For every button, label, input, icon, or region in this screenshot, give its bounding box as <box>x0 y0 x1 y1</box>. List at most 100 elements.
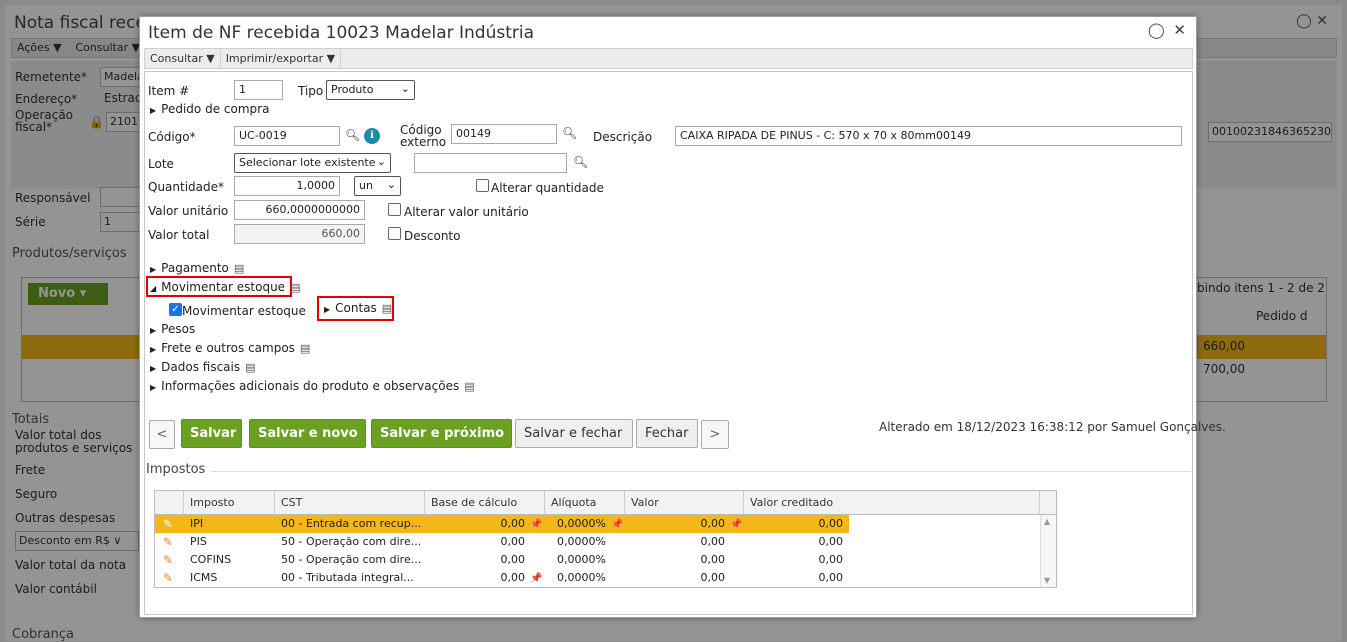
pin-icon[interactable]: 📌 <box>530 569 546 587</box>
salvar-proximo-button[interactable]: Salvar e próximo <box>371 419 512 448</box>
movimentar-estoque-checkbox[interactable]: ✓ <box>169 303 182 316</box>
document-icon: ▤ <box>290 281 301 294</box>
info-icon[interactable]: ℹ <box>364 128 380 144</box>
cell-aliquota: 0,0000% <box>557 517 606 530</box>
item-label: Item # <box>148 84 190 98</box>
desconto-checkbox[interactable] <box>388 227 401 240</box>
valor-unitario-input[interactable]: 660,0000000000 <box>234 200 365 220</box>
dialog-controls: ◯ ✕ <box>1148 21 1186 39</box>
pedido-compra-toggle[interactable]: ▶ Pedido de compra <box>150 102 269 116</box>
cell-valor-creditado: 0,00 <box>818 535 844 548</box>
table-row[interactable]: ✎ PIS 50 - Operação com dire... 0,00 0,0… <box>155 533 1040 551</box>
scroll-up-icon[interactable]: ▲ <box>1044 517 1050 526</box>
close-icon[interactable]: ✕ <box>1173 21 1186 39</box>
cell-aliquota: 0,0000% <box>557 553 606 566</box>
dialog-body: Item # 1 Tipo Produto ⌄ ▶ Pedido de compra… <box>144 71 1226 615</box>
header-base[interactable]: Base de cálculo <box>425 491 545 515</box>
cell-valor: 0,00 <box>700 535 726 548</box>
salvar-button[interactable]: Salvar <box>181 419 242 448</box>
cell-base: 0,00 <box>500 517 526 530</box>
pin-icon[interactable]: 📌 <box>530 515 546 533</box>
chat-icon[interactable]: ◯ <box>1148 21 1165 39</box>
header-valor[interactable]: Valor <box>625 491 744 515</box>
chevron-down-icon: ⌄ <box>386 178 396 191</box>
codigo-externo-input[interactable]: 00149 <box>451 124 557 144</box>
valor-total-label: Valor total <box>148 228 210 242</box>
next-button[interactable]: > <box>701 420 729 449</box>
edit-icon[interactable]: ✎ <box>157 533 183 551</box>
cell-aliquota: 0,0000% <box>557 571 606 584</box>
cell-valor-creditado: 0,00 <box>818 571 844 584</box>
frete-toggle[interactable]: ▶ Frete e outros campos ▤ <box>150 341 310 355</box>
header-edit-col <box>155 491 184 515</box>
quantidade-input[interactable]: 1,0000 <box>234 176 340 196</box>
cell-imposto: PIS <box>190 535 207 548</box>
table-row[interactable]: ✎ ICMS 00 - Tributada integral... 0,00 📌… <box>155 569 1040 587</box>
valor-unitario-label: Valor unitário <box>148 204 229 218</box>
header-aliquota[interactable]: Alíquota <box>545 491 625 515</box>
movimentar-estoque-check-label: Movimentar estoque <box>182 304 306 318</box>
menu-imprimir-exportar[interactable]: Imprimir/exportar ▼ <box>221 49 342 68</box>
item-input[interactable]: 1 <box>234 80 283 100</box>
menu-consultar[interactable]: Consultar ▼ <box>145 49 221 68</box>
movimentar-estoque-toggle[interactable]: ◢ Movimentar estoque ▤ <box>150 280 300 294</box>
descricao-label: Descrição <box>593 130 653 144</box>
lote-label: Lote <box>148 157 174 171</box>
search-icon[interactable]: 🔍︎ <box>573 155 588 169</box>
pesos-toggle[interactable]: ▶ Pesos <box>150 322 195 336</box>
info-adicionais-toggle[interactable]: ▶ Informações adicionais do produto e obs… <box>150 379 475 393</box>
cell-base: 0,00 <box>500 571 526 584</box>
salvar-fechar-button[interactable]: Salvar e fechar <box>515 419 633 448</box>
quantidade-label: Quantidade* <box>148 180 225 194</box>
lote-select[interactable]: Selecionar lote existente ⌄ <box>234 153 391 173</box>
descricao-input[interactable]: CAIXA RIPADA DE PINUS - C: 570 x 70 x 80… <box>675 126 1182 146</box>
header-cst[interactable]: CST <box>275 491 425 515</box>
table-row[interactable]: ✎ COFINS 50 - Operação com dire... 0,00 … <box>155 551 1040 569</box>
tipo-label: Tipo <box>298 84 324 98</box>
dialog-title: Item de NF recebida 10023 Madelar Indúst… <box>148 23 535 43</box>
unidade-select[interactable]: un ⌄ <box>354 176 401 196</box>
previous-button[interactable]: < <box>149 420 175 449</box>
caret-right-icon: ▶ <box>150 383 157 392</box>
edit-icon[interactable]: ✎ <box>157 569 183 587</box>
header-imposto[interactable]: Imposto <box>184 491 275 515</box>
alterar-quantidade-checkbox[interactable] <box>476 179 489 192</box>
lote-search-input[interactable] <box>414 153 567 173</box>
edit-icon[interactable]: ✎ <box>157 551 183 569</box>
impostos-table: Imposto CST Base de cálculo Alíquota Val… <box>154 490 1057 588</box>
dados-fiscais-toggle[interactable]: ▶ Dados fiscais ▤ <box>150 360 256 374</box>
search-icon[interactable]: 🔍︎ <box>345 128 360 142</box>
salvar-novo-button[interactable]: Salvar e novo <box>249 419 366 448</box>
cell-valor: 0,00 <box>700 517 726 530</box>
document-icon: ▤ <box>299 342 311 355</box>
caret-right-icon: ▶ <box>150 364 157 373</box>
fechar-button[interactable]: Fechar <box>636 419 698 448</box>
cell-valor: 0,00 <box>700 571 726 584</box>
cell-cst: 50 - Operação com dire... <box>281 553 422 566</box>
cell-valor-creditado: 0,00 <box>818 553 844 566</box>
scroll-down-icon[interactable]: ▼ <box>1044 576 1050 585</box>
pagamento-toggle[interactable]: ▶ Pagamento ▤ <box>150 261 244 275</box>
codigo-input[interactable]: UC-0019 <box>234 126 340 146</box>
contas-toggle[interactable]: ▶ Contas ▤ <box>324 301 392 315</box>
impostos-title: Impostos <box>146 462 206 477</box>
caret-right-icon: ▶ <box>150 106 157 115</box>
document-icon: ▤ <box>464 380 475 393</box>
caret-right-icon: ▶ <box>150 345 157 354</box>
edit-icon[interactable]: ✎ <box>157 515 183 533</box>
impostos-divider <box>211 471 1191 472</box>
codigo-externo-label: Código externo <box>400 123 447 149</box>
cell-imposto: ICMS <box>190 571 218 584</box>
header-valor-creditado[interactable]: Valor creditado <box>744 491 1040 515</box>
table-row[interactable]: ✎ IPI 00 - Entrada com recup... 0,00 📌 0… <box>155 515 1040 533</box>
table-scrollbar[interactable]: ▲ ▼ <box>1040 515 1056 587</box>
search-icon[interactable]: 🔍︎ <box>562 126 577 140</box>
valor-total-input: 660,00 <box>234 224 365 244</box>
table-header: Imposto CST Base de cálculo Alíquota Val… <box>155 491 1056 515</box>
item-nf-dialog: Item de NF recebida 10023 Madelar Indúst… <box>139 16 1226 618</box>
cell-valor: 0,00 <box>700 553 726 566</box>
cell-aliquota: 0,0000% <box>557 535 606 548</box>
alterar-valor-unitario-label: Alterar valor unitário <box>404 205 529 219</box>
tipo-select[interactable]: Produto ⌄ <box>326 80 415 100</box>
alterar-valor-unitario-checkbox[interactable] <box>388 203 401 216</box>
